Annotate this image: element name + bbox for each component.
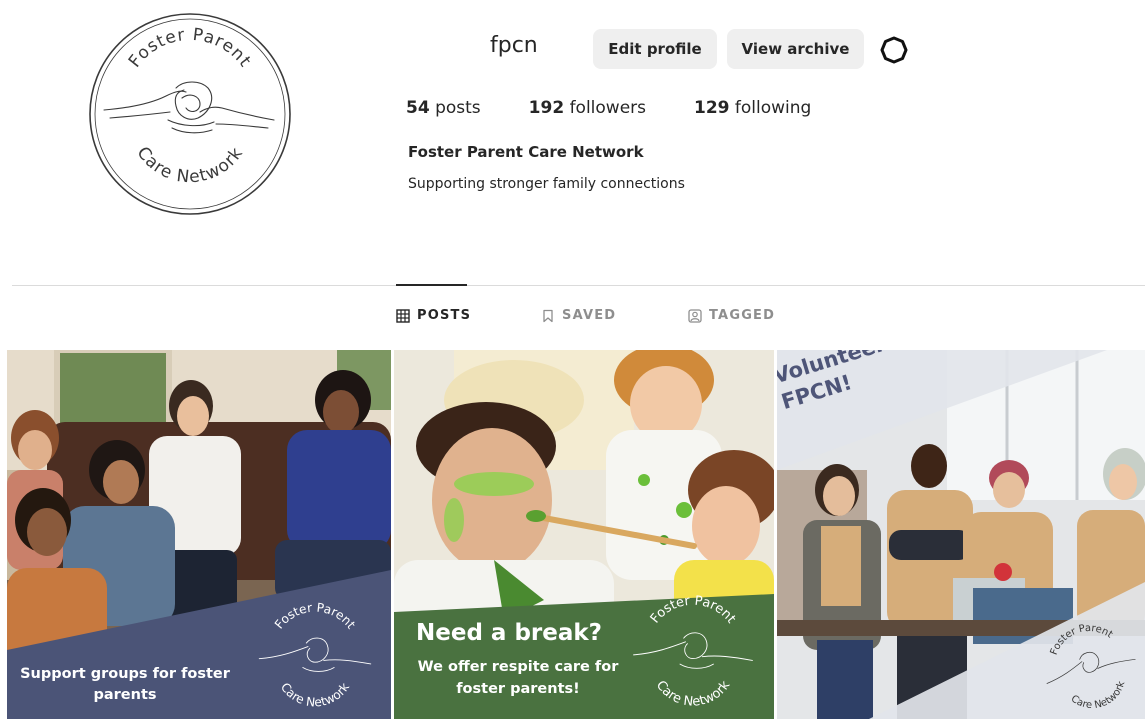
post-subtext: We offer respite care for foster parents… [417,659,619,697]
post-logo: Foster Parent Care Network [633,594,753,710]
tab-saved[interactable]: SAVED [541,308,616,323]
svg-text:Care Network: Care Network [653,678,734,710]
svg-text:Care Network: Care Network [1067,677,1133,718]
tabs-divider [12,285,1145,286]
gear-icon[interactable] [878,34,910,66]
profile-username: fpcn [490,33,538,58]
bookmark-icon [543,309,553,322]
following-label: following [734,98,812,118]
posts-label: posts [435,98,481,118]
following-stat[interactable]: 129 following [694,98,811,118]
svg-text:Foster Parent: Foster Parent [1043,618,1116,659]
post-headline: Need a break? [416,620,603,646]
svg-text:Foster Parent: Foster Parent [272,601,358,632]
edit-profile-button[interactable]: Edit profile [593,29,717,69]
tab-posts-label: POSTS [417,308,472,323]
post-caption: Support groups for foster parents [20,666,230,703]
profile-avatar[interactable]: Foster Parent Care Network [88,12,292,216]
profile-stats: 54 posts 192 followers 129 following [406,98,859,118]
grid-icon [396,308,410,323]
profile-bio: Supporting stronger family connections [408,176,685,192]
posts-stat[interactable]: 54 posts [406,98,481,118]
tab-saved-label: SAVED [562,308,617,323]
post-respite-care[interactable]: Foster Parent Care Network Need a break?… [394,350,774,719]
followers-stat[interactable]: 192 followers [529,98,646,118]
svg-text:Care Network: Care Network [278,680,353,710]
tab-tagged[interactable]: TAGGED [688,308,775,323]
tab-tagged-label: TAGGED [709,308,776,323]
followers-count: 192 [528,98,565,118]
fpcn-logo: Foster Parent Care Network [89,13,291,215]
post-logo: Foster Parent Care Network [1043,618,1136,718]
view-archive-button[interactable]: View archive [727,29,864,69]
active-tab-indicator [396,284,467,286]
tab-posts[interactable]: POSTS [396,308,471,323]
post-support-groups[interactable]: Foster Parent Care Network Support group… [7,350,391,719]
posts-count: 54 [406,98,430,118]
post-volunteer[interactable]: Foster Parent Care Network Volunteer wit… [777,350,1145,719]
followers-label: followers [569,98,647,118]
svg-text:Foster Parent: Foster Parent [648,594,739,627]
following-count: 129 [694,98,730,118]
tag-person-icon [688,308,702,323]
post-logo: Foster Parent Care Network [258,601,372,710]
profile-display-name: Foster Parent Care Network [408,143,644,161]
